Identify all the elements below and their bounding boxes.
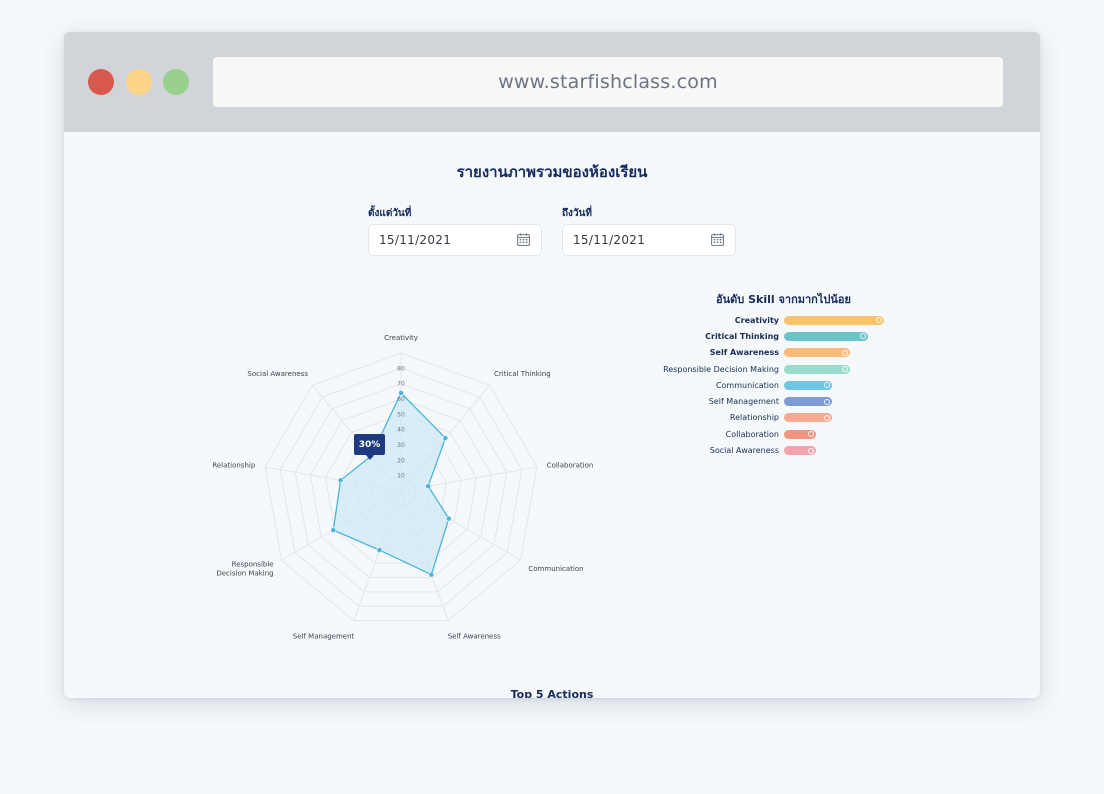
radar-tick-label: 80 — [397, 365, 405, 372]
radar-data-point[interactable] — [337, 477, 344, 484]
top-actions-title: Top 5 Actions — [510, 688, 594, 698]
skill-badge-icon — [824, 398, 830, 405]
radar-data-point[interactable] — [425, 483, 432, 490]
skill-ranking-title: อันดับ Skill จากมากไปน้อย — [716, 293, 851, 306]
radar-axis-label: Responsible Decision Making — [216, 561, 273, 578]
to-date-value: 15/11/2021 — [573, 233, 646, 247]
skill-ranking-bar — [784, 331, 868, 341]
skill-ranking-row: Responsible Decision Making — [624, 361, 924, 377]
browser-window: www.starfishclass.com รายงานภาพรวมของห้อ… — [64, 32, 1040, 698]
radar-data-point[interactable] — [398, 390, 404, 396]
from-date-value: 15/11/2021 — [379, 233, 452, 247]
radar-axis-label: Communication — [528, 565, 583, 573]
radar-axis-label: Collaboration — [547, 461, 594, 469]
radar-axis-label: Self Awareness — [448, 633, 501, 641]
calendar-icon[interactable] — [711, 233, 724, 246]
skill-badge-icon — [824, 414, 830, 421]
close-window-button[interactable] — [88, 69, 114, 95]
skill-ranking-label: Creativity — [734, 315, 779, 325]
skill-ranking-label: Self Management — [708, 397, 779, 407]
skill-ranking-track — [784, 315, 904, 325]
radar-tick-label: 40 — [397, 427, 405, 434]
radar-tick-label: 10 — [397, 473, 405, 480]
radar-axis-label: Self Management — [293, 633, 355, 641]
skill-badge-icon — [842, 349, 848, 356]
radar-data-point[interactable] — [445, 515, 452, 522]
from-date-group: ตั้งแต่วันที่ 15/11/2021 — [368, 206, 542, 256]
radar-data-point[interactable] — [428, 571, 435, 578]
minimize-window-button[interactable] — [126, 69, 152, 95]
skill-ranking-track — [784, 413, 904, 423]
skill-ranking-label: Collaboration — [725, 429, 779, 439]
page-content: รายงานภาพรวมของห้องเรียน ตั้งแต่วันที่ 1… — [64, 132, 1040, 698]
skill-ranking-track — [784, 429, 904, 439]
skill-badge-icon — [808, 447, 814, 454]
skill-ranking-row: Self Management — [624, 393, 924, 409]
skill-ranking-chart: Creativity Critical Thinking Self Awarenes… — [624, 312, 924, 459]
skill-ranking-label: Self Awareness — [709, 348, 779, 358]
calendar-icon[interactable] — [517, 233, 530, 246]
address-bar[interactable]: www.starfishclass.com — [213, 57, 1003, 107]
skill-ranking-row: Communication — [624, 377, 924, 393]
from-date-label: ตั้งแต่วันที่ — [368, 208, 412, 219]
skill-ranking-track — [784, 380, 904, 390]
radar-axis-label: Creativity — [384, 334, 418, 342]
radar-tick-label: 60 — [397, 396, 405, 403]
skill-ranking-row: Self Awareness — [624, 345, 924, 361]
skill-ranking-row: Collaboration — [624, 426, 924, 442]
radar-tooltip: 30% — [354, 434, 385, 460]
skill-ranking-track — [784, 397, 904, 407]
radar-tick-label: 20 — [397, 457, 405, 464]
skill-ranking-label: Responsible Decision Making — [663, 364, 779, 374]
from-date-input[interactable]: 15/11/2021 — [368, 224, 542, 256]
skill-ranking-label: Social Awareness — [709, 446, 779, 456]
radar-series-area — [332, 391, 450, 576]
radar-axis-label: Relationship — [212, 461, 256, 469]
radar-tick-label: 50 — [397, 411, 405, 418]
skill-ranking-track — [784, 348, 904, 358]
radar-tick-label: 70 — [397, 381, 405, 388]
skill-ranking-track — [784, 364, 904, 374]
radar-axis-label: Critical Thinking — [494, 370, 551, 378]
skill-ranking-track — [784, 446, 904, 456]
skill-badge-icon — [842, 366, 848, 373]
skill-ranking-track — [784, 331, 904, 341]
skill-ranking-row: Social Awareness — [624, 442, 924, 458]
skill-ranking-bar — [784, 348, 850, 358]
to-date-group: ถึงวันที่ 15/11/2021 — [562, 206, 736, 256]
radar-tick-label: 30 — [397, 442, 405, 449]
page-title: รายงานภาพรวมของห้องเรียน — [456, 163, 648, 181]
to-date-input[interactable]: 15/11/2021 — [562, 224, 736, 256]
radar-data-point[interactable] — [330, 527, 337, 533]
skill-ranking-row: Creativity — [624, 312, 924, 328]
skill-radar-chart: 10 20 30 40 50 60 70 80 Creativity Critical Thin… — [212, 334, 594, 641]
radar-axis-label: Social Awareness — [247, 370, 308, 378]
radar-data-point[interactable] — [376, 547, 383, 553]
skill-ranking-label: Relationship — [729, 413, 779, 423]
skill-ranking-row: Critical Thinking — [624, 328, 924, 344]
skill-ranking-bar — [784, 315, 884, 325]
radar-data-point[interactable] — [442, 435, 449, 441]
skill-ranking-label: Communication — [715, 380, 779, 390]
skill-ranking-label: Critical Thinking — [705, 331, 779, 341]
skill-ranking-row: Relationship — [624, 410, 924, 426]
to-date-label: ถึงวันที่ — [562, 208, 592, 219]
maximize-window-button[interactable] — [163, 69, 189, 95]
browser-titlebar: www.starfishclass.com — [64, 32, 1040, 132]
skill-ranking-bar — [784, 364, 850, 374]
